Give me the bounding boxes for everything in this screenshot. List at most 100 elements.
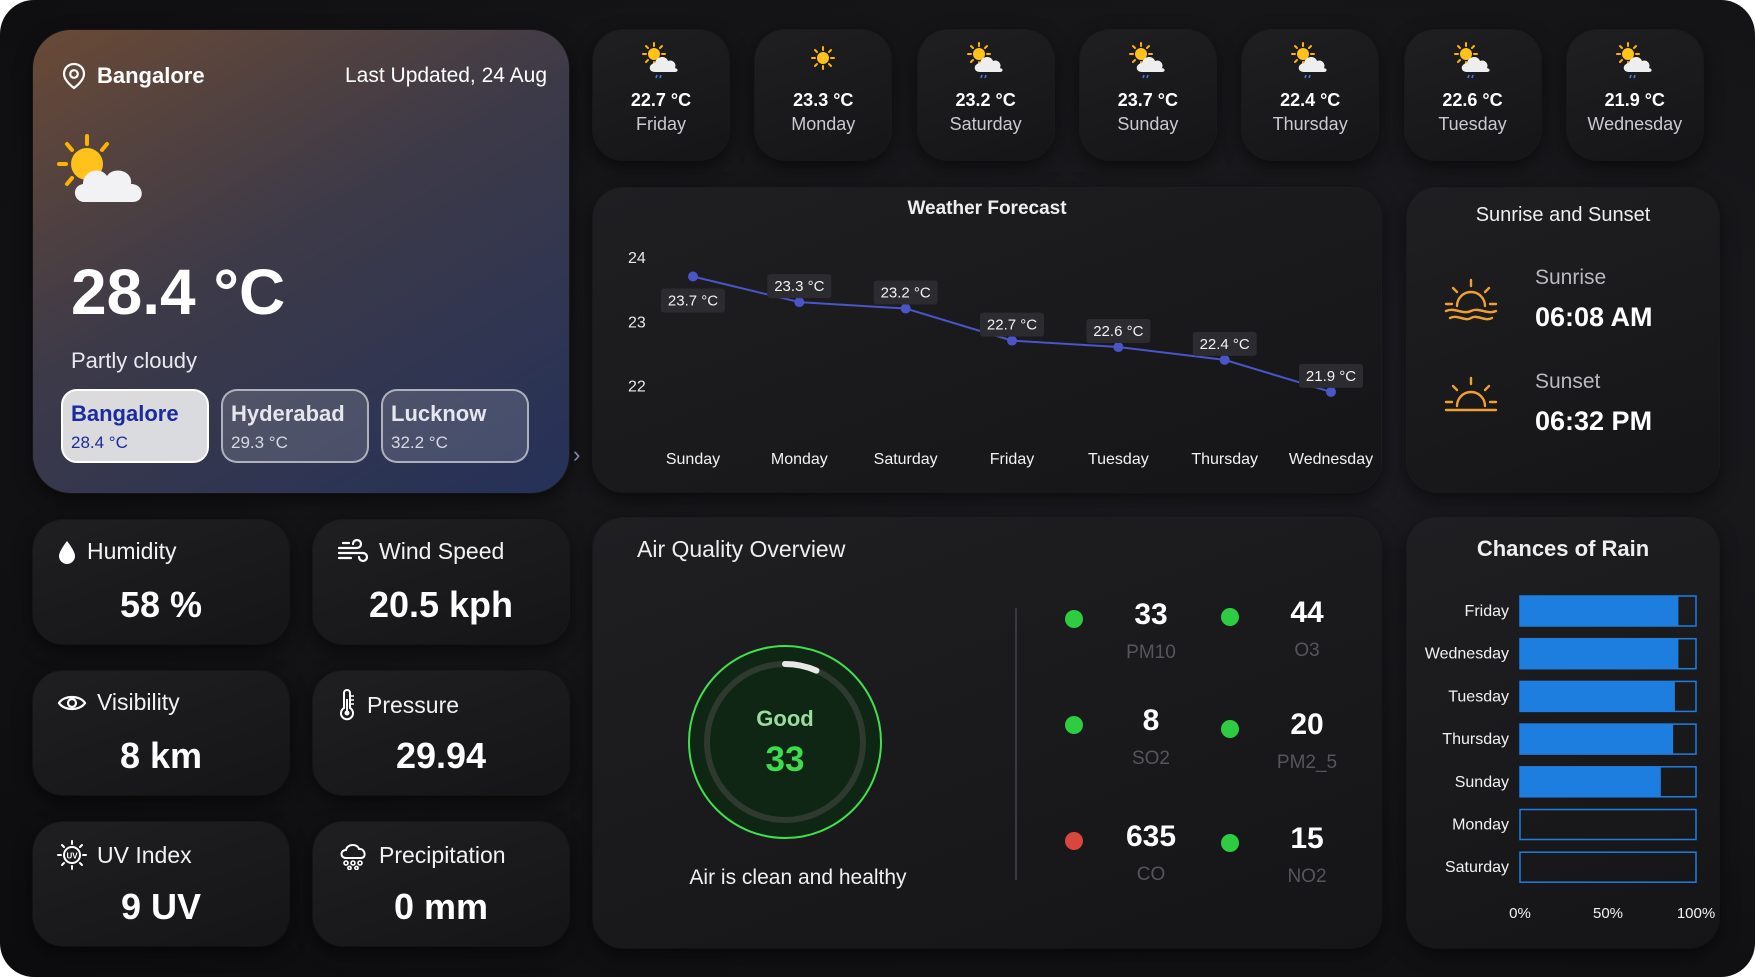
forecast-line-chart: 22 23 24 23.7 °C Sunday 23.3 °C Monday 23.2 °C S…	[628, 250, 1373, 468]
y-tick-label: 22	[628, 379, 646, 396]
location-city: Bangalore	[97, 63, 205, 88]
day-temp: 22.7 °C	[630, 90, 692, 110]
air-quality-divider	[1015, 608, 1017, 880]
forecast-title: Weather Forecast	[907, 198, 1067, 219]
precipitation-card: Precipitation 0 mm	[313, 822, 569, 946]
day-icon-wrap	[1613, 40, 1657, 85]
chevron-right-icon[interactable]: ›	[573, 442, 580, 468]
city-chip-lucknow[interactable]: Lucknow 32.2 °C	[381, 389, 529, 463]
rain-partly-cloudy-icon	[966, 42, 1003, 79]
pressure-label: Pressure	[367, 691, 460, 718]
uv-index-value: 9 UV	[120, 886, 202, 927]
x-tick-label: Friday	[990, 451, 1034, 468]
rain-category-label: Monday	[1452, 817, 1509, 834]
sunrise-time: 06:08 AM	[1535, 302, 1653, 332]
day-card-sunday[interactable]: 23.7 °C Sunday	[1079, 30, 1216, 160]
humidity-label: Humidity	[87, 538, 177, 564]
rain-category-label: Saturday	[1445, 859, 1509, 876]
sunrise-sunset-card: Sunrise and Sunset Sunrise 06:08 AM Suns…	[1407, 188, 1719, 492]
rain-bar	[1520, 681, 1675, 712]
y-tick-label: 24	[628, 250, 646, 267]
location-header: Bangalore	[61, 62, 205, 90]
location-card: Bangalore Last Updated, 24 Aug 28.4 °C P…	[33, 30, 580, 493]
rain-bar	[1520, 638, 1679, 669]
visibility-card: Visibility 8 km	[33, 671, 289, 795]
current-temperature: 28.4 °C	[71, 256, 286, 328]
city-chip-name: Bangalore	[71, 401, 179, 426]
sunset-icon	[1444, 376, 1498, 412]
city-selector: Bangalore 28.4 °C Hyderabad 29.3 °C Luck…	[61, 389, 529, 463]
forecast-point	[794, 297, 805, 308]
day-name: Monday	[791, 114, 856, 134]
day-temp: 22.4 °C	[1280, 90, 1341, 110]
status-dot	[1065, 610, 1083, 628]
aqi-status: Good	[756, 706, 814, 731]
pollutant-value: 44	[1290, 596, 1324, 629]
rain-partly-cloudy-icon	[1291, 42, 1327, 79]
day-name: Saturday	[949, 114, 1022, 134]
day-card-thursday[interactable]: 22.4 °C Thursday	[1242, 30, 1379, 160]
forecast-point	[1326, 386, 1336, 397]
city-chip-temp: 28.4 °C	[71, 433, 128, 452]
y-tick-label: 23	[628, 314, 646, 331]
rain-partly-cloudy-icon	[642, 42, 678, 79]
svg-text:UV: UV	[66, 852, 78, 861]
last-updated: Last Updated, 24 Aug	[345, 64, 547, 87]
sunset-label: Sunset	[1535, 370, 1601, 393]
day-icon-wrap	[1288, 40, 1332, 85]
day-card-tuesday[interactable]: 22.6 °C Tuesday	[1404, 30, 1541, 160]
pressure-value: 29.94	[395, 735, 487, 776]
current-condition: Partly cloudy	[71, 348, 197, 373]
uv-icon: UV	[57, 840, 87, 870]
thermometer-icon	[340, 689, 354, 721]
data-label: 21.9 °C	[1306, 368, 1356, 385]
rain-partly-cloudy-icon	[1615, 42, 1652, 79]
day-card-saturday[interactable]: 23.2 °C Saturday	[917, 30, 1054, 160]
forecast-point	[900, 303, 911, 314]
city-chip-hyderabad[interactable]: Hyderabad 29.3 °C	[221, 389, 369, 463]
forecast-point	[1219, 354, 1230, 365]
pollutant-value: 8	[1142, 704, 1160, 737]
eye-icon	[57, 695, 87, 710]
day-card-monday[interactable]: 23.3 °C Monday	[755, 30, 892, 160]
day-name: Friday	[635, 114, 686, 134]
rain-category-label: Friday	[1465, 603, 1509, 620]
forecast-point	[1113, 342, 1124, 353]
x-tick-label: 50%	[1593, 905, 1623, 922]
forecast-point	[1007, 335, 1017, 346]
pollutant-value: 635	[1125, 820, 1177, 853]
x-tick-label: 100%	[1677, 905, 1715, 922]
day-card-wednesday[interactable]: 21.9 °C Wednesday	[1566, 30, 1703, 160]
day-icon-wrap	[1451, 40, 1495, 85]
day-name: Sunday	[1117, 114, 1179, 134]
precipitation-label: Precipitation	[379, 841, 506, 868]
data-label: 22.4 °C	[1200, 336, 1250, 353]
status-dot	[1065, 716, 1083, 734]
day-icon-wrap	[964, 40, 1008, 85]
x-tick-label: Wednesday	[1289, 451, 1373, 468]
pollutant-value: 20	[1290, 708, 1324, 741]
city-chip-bangalore[interactable]: Bangalore 28.4 °C	[61, 389, 209, 463]
city-chip-name: Hyderabad	[231, 401, 345, 426]
status-dot	[1221, 720, 1239, 738]
air-quality-card: Air Quality Overview Good 33 Air is clea…	[593, 518, 1381, 948]
city-chip-temp: 29.3 °C	[231, 433, 288, 452]
uv-index-card: UV UV Index 9 UV	[33, 822, 289, 946]
data-label: 22.6 °C	[1093, 323, 1143, 340]
rain-bar	[1520, 724, 1674, 755]
pollutant-name: O3	[1294, 640, 1320, 661]
day-icon-wrap	[1126, 40, 1170, 85]
day-icon-wrap	[801, 40, 845, 85]
visibility-label: Visibility	[97, 689, 180, 715]
rain-bar-track	[1519, 851, 1697, 883]
wind-icon	[337, 538, 369, 562]
sun-title: Sunrise and Sunset	[1475, 204, 1651, 226]
uv-index-label: UV Index	[97, 841, 192, 868]
humidity-card: Humidity 58 %	[33, 520, 289, 644]
aqi-value: 33	[765, 740, 805, 779]
humidity-value: 58 %	[119, 584, 203, 625]
dashboard-frame: Bangalore Last Updated, 24 Aug 28.4 °C P…	[0, 0, 1755, 977]
wind-speed-card: Wind Speed 20.5 kph	[313, 520, 569, 644]
rain-cloud-icon	[340, 844, 366, 870]
day-card-friday[interactable]: 22.7 °C Friday	[593, 30, 729, 160]
